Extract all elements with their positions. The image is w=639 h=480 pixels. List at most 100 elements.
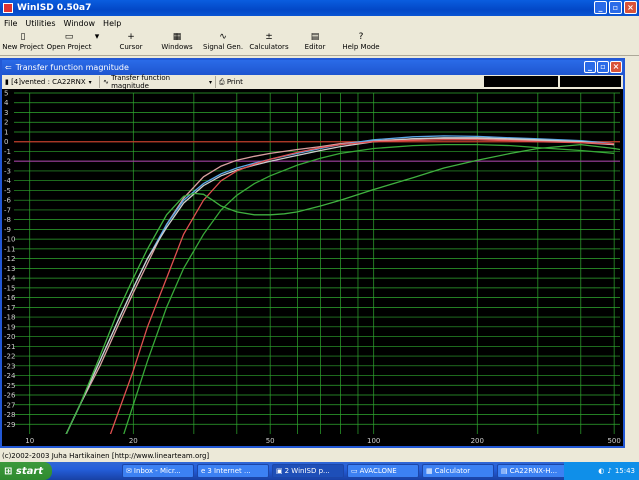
y-tick-label: -6 [4, 197, 12, 205]
calculator-icon: ± [265, 32, 273, 42]
transfer-function-plot[interactable]: 543210-1-2-3-4-5-6-7-8-9-10-11-12-13-14-… [2, 89, 623, 446]
new-project-icon: ▯ [20, 32, 26, 42]
y-tick-label: -12 [4, 255, 15, 263]
menu-utilities[interactable]: Utilities [25, 19, 55, 28]
y-tick-label: -25 [4, 382, 15, 390]
print-button[interactable]: ⎙ Print [216, 76, 260, 88]
menu-bar: File Utilities Window Help [0, 16, 639, 30]
chevron-down-icon: ▾ [88, 78, 92, 86]
y-tick-label: -26 [4, 392, 16, 400]
title-bar[interactable]: WinISD 0.50a7 _ ▫ × [0, 0, 639, 16]
help-mode-button[interactable]: ? Help Mode [338, 30, 384, 51]
taskbar: ⊞ start ✉ Inbox - Micr... e3 Internet ...… [0, 462, 639, 480]
graph-type-select[interactable]: ∿ Transfer function magnitude ▾ [100, 74, 216, 90]
y-tick-label: -29 [4, 421, 15, 429]
y-tick-label: -27 [4, 401, 15, 409]
x-tick-label: 10 [25, 437, 34, 445]
start-button[interactable]: ⊞ start [0, 462, 52, 480]
project-select[interactable]: ▮ [4]vented : CA22RNX ▾ [2, 76, 100, 88]
system-tray: ◐ ♪ 15:43 [564, 462, 639, 480]
y-tick-label: 2 [4, 119, 8, 127]
cursor-readout-y [560, 76, 621, 87]
y-tick-label: -17 [4, 304, 15, 312]
editor-button[interactable]: ▤ Editor [292, 30, 338, 51]
printer-icon: ⎙ [219, 77, 227, 86]
subwindow-title: Transfer function magnitude [15, 63, 129, 72]
series-line-2 [65, 135, 615, 434]
sub-minimize-button[interactable]: _ [584, 61, 596, 73]
y-tick-label: 5 [4, 90, 8, 98]
mail-icon: ✉ [126, 467, 132, 475]
y-tick-label: -21 [4, 343, 15, 351]
y-tick-label: -7 [4, 206, 11, 214]
menu-window[interactable]: Window [64, 19, 96, 28]
cursor-readout-x [484, 76, 558, 87]
y-tick-label: -24 [4, 372, 16, 380]
y-tick-label: -9 [4, 226, 11, 234]
y-tick-label: -20 [4, 333, 15, 341]
minimize-button[interactable]: _ [594, 1, 607, 14]
chevron-down-icon: ▾ [208, 78, 212, 86]
new-project-button[interactable]: ▯ New Project [0, 30, 46, 51]
y-tick-label: -15 [4, 284, 15, 292]
y-tick-label: 0 [4, 138, 8, 146]
task-calculator[interactable]: ▦ Calculator [422, 464, 494, 478]
series-line-4 [109, 139, 615, 434]
task-avaclone[interactable]: ▭ AVACLONE [347, 464, 419, 478]
status-bar: (c)2002-2003 Juha Hartikainen [http://ww… [0, 450, 639, 462]
cursor-button[interactable]: + Cursor [108, 30, 154, 51]
close-button[interactable]: × [624, 1, 637, 14]
speaker-icon[interactable]: ♪ [607, 467, 611, 475]
y-tick-label: -11 [4, 245, 15, 253]
y-tick-label: -28 [4, 411, 15, 419]
y-tick-label: -16 [4, 294, 16, 302]
task-winisd[interactable]: ▣ 2 WinISD p... [272, 464, 344, 478]
calculator-icon: ▦ [426, 467, 433, 475]
editor-icon: ▤ [310, 32, 320, 42]
subwindow-title-bar[interactable]: ⇐ Transfer function magnitude _ ▫ × [2, 60, 623, 75]
open-project-dropdown[interactable]: ▾ [92, 30, 102, 43]
y-tick-label: 1 [4, 128, 8, 136]
crosshair-icon: + [127, 32, 135, 42]
app-icon: ▣ [276, 467, 283, 475]
task-inbox[interactable]: ✉ Inbox - Micr... [122, 464, 194, 478]
status-text: (c)2002-2003 Juha Hartikainen [http://ww… [2, 452, 210, 460]
series-line-5 [65, 143, 620, 434]
series-line-3 [65, 137, 615, 434]
sub-maximize-button[interactable]: ▫ [597, 61, 609, 73]
calculators-button[interactable]: ± Calculators [246, 30, 292, 51]
window-title: WinISD 0.50a7 [17, 3, 92, 13]
menu-help[interactable]: Help [103, 19, 121, 28]
y-tick-label: -1 [4, 148, 11, 156]
transfer-function-window: ⇐ Transfer function magnitude _ ▫ × ▮ [4… [0, 58, 625, 448]
y-tick-label: -10 [4, 236, 15, 244]
x-tick-label: 500 [607, 437, 620, 445]
series-line-6 [123, 143, 615, 434]
y-tick-label: -8 [4, 216, 11, 224]
tray-icon[interactable]: ◐ [598, 467, 604, 475]
y-tick-label: -3 [4, 167, 11, 175]
windows-button[interactable]: ▦ Windows [154, 30, 200, 51]
help-icon: ? [358, 32, 364, 42]
signal-gen-button[interactable]: ∿ Signal Gen. [200, 30, 246, 51]
sine-wave-icon: ∿ [219, 32, 227, 42]
y-tick-label: -19 [4, 323, 15, 331]
graph-type-icon: ∿ [103, 78, 112, 86]
y-tick-label: -14 [4, 275, 16, 283]
chevron-down-icon: ▾ [94, 32, 100, 42]
y-tick-label: -22 [4, 353, 15, 361]
x-tick-label: 200 [471, 437, 484, 445]
y-tick-label: -2 [4, 158, 11, 166]
y-tick-label: -23 [4, 362, 15, 370]
y-tick-label: -13 [4, 265, 15, 273]
maximize-button[interactable]: ▫ [609, 1, 622, 14]
menu-file[interactable]: File [4, 19, 17, 28]
x-tick-label: 100 [367, 437, 380, 445]
y-tick-label: -18 [4, 314, 15, 322]
open-project-button[interactable]: ▭ Open Project [46, 30, 92, 51]
app-icon [3, 3, 13, 13]
task-internet[interactable]: e3 Internet ... [197, 464, 269, 478]
document-icon: ▤ [501, 467, 508, 475]
task-ca22rnx[interactable]: ▤ CA22RNX-H... [497, 464, 569, 478]
sub-close-button[interactable]: × [610, 61, 622, 73]
